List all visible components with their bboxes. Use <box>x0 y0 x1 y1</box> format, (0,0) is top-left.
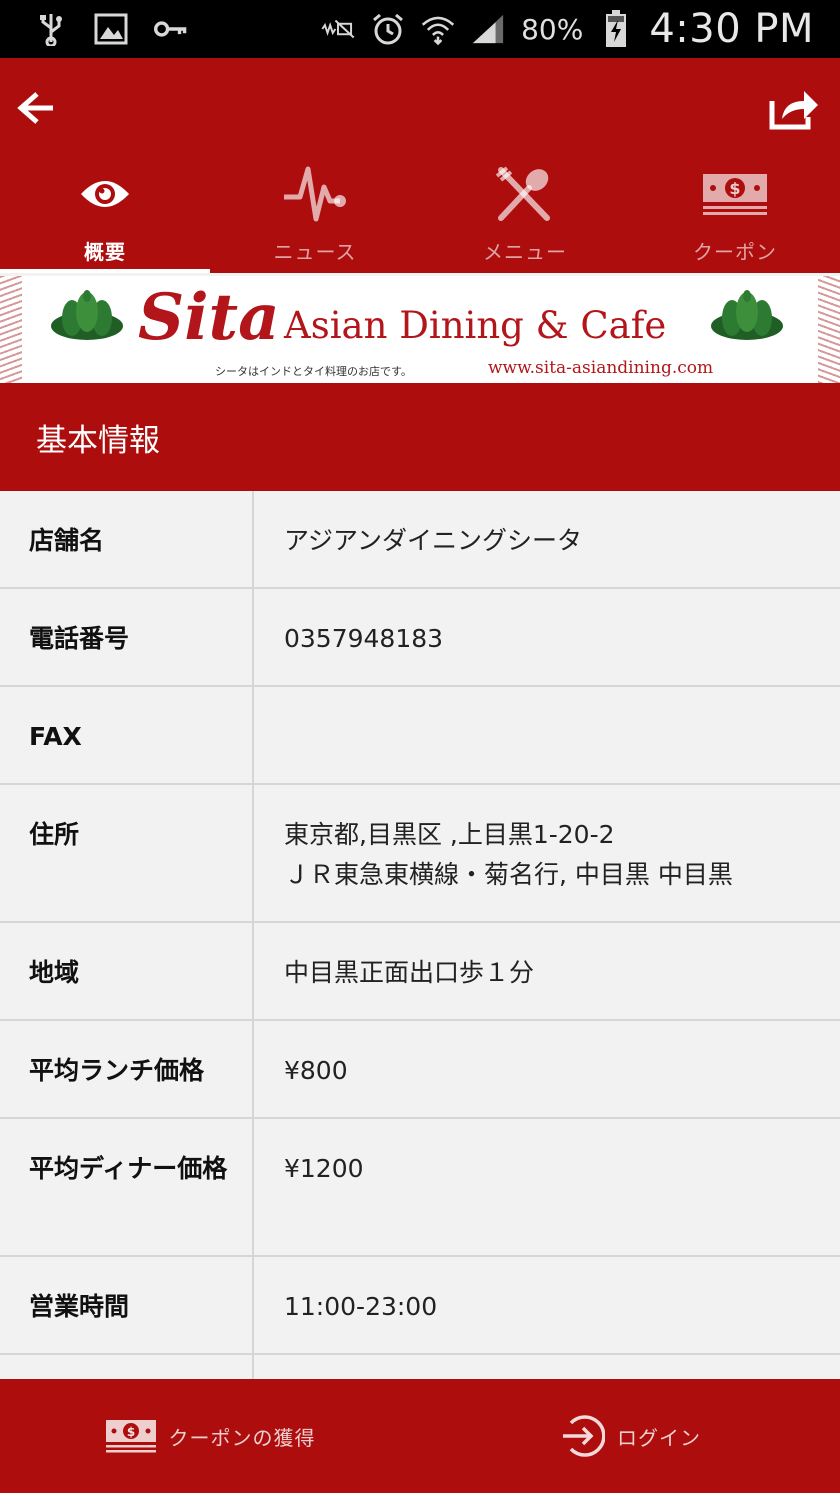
tab-indicator <box>420 269 630 273</box>
info-row-dinner-price: 平均ディナー価格 ¥1200 <box>0 1119 840 1257</box>
status-bar: 80% 4:30 PM <box>0 0 840 58</box>
money-icon: $ <box>105 1420 156 1453</box>
wifi-icon <box>421 12 455 46</box>
tab-overview[interactable]: 概要 <box>0 158 210 273</box>
tab-label: 概要 <box>84 240 126 264</box>
tab-label: クーポン <box>693 240 777 264</box>
row-label: 店舗名 <box>29 526 105 555</box>
tab-label: ニュース <box>273 240 357 264</box>
row-label: FAX <box>29 722 82 751</box>
get-coupon-button[interactable]: $ クーポンの獲得 <box>0 1379 420 1493</box>
tab-indicator <box>630 269 840 273</box>
tab-indicator <box>210 269 420 273</box>
utensils-icon <box>495 166 550 221</box>
get-coupon-label: クーポンの獲得 <box>168 1425 316 1450</box>
banner-url: www.sita-asiandining.com <box>488 358 714 378</box>
info-row-phone: 電話番号 0357948183 <box>0 589 840 687</box>
key-icon <box>154 12 188 46</box>
share-button[interactable] <box>766 84 822 134</box>
image-icon <box>94 12 128 46</box>
lotus-icon <box>711 290 783 340</box>
tab-news[interactable]: ニュース <box>210 158 420 273</box>
section-title: 基本情報 <box>36 423 160 459</box>
money-icon: $ <box>703 174 767 215</box>
mute-icon <box>321 12 355 46</box>
phone-number[interactable]: 0357948183 <box>284 619 824 659</box>
info-row-area: 地域 中目黒正面出口歩１分 <box>0 923 840 1021</box>
tab-coupon[interactable]: $ クーポン <box>630 158 840 273</box>
login-label: ログイン <box>617 1425 701 1450</box>
row-label: 平均ディナー価格 <box>29 1154 228 1183</box>
info-row-hours: 営業時間 11:00-23:00 <box>0 1257 840 1355</box>
row-value-secondary: ＪＲ東急東横線・菊名行, 中目黒 中目黒 <box>284 860 733 889</box>
share-icon <box>769 91 818 130</box>
row-value: 11:00-23:00 <box>284 1292 438 1321</box>
restaurant-banner: Sita Asian Dining & Cafe シータはインドとタイ料理のお店… <box>0 276 840 383</box>
app-header: 概要 ニュース メニュー $ クーポン <box>0 58 840 273</box>
login-button[interactable]: ログイン <box>420 1379 840 1493</box>
usb-icon <box>34 12 68 46</box>
bottom-action-bar: $ クーポンの獲得 ログイン <box>0 1379 840 1493</box>
signal-icon <box>471 12 505 46</box>
back-button[interactable] <box>14 86 58 130</box>
alarm-icon <box>371 12 405 46</box>
section-header: 基本情報 <box>0 383 840 491</box>
battery-percent: 80% <box>521 12 584 46</box>
banner-border-right <box>818 276 840 383</box>
back-arrow-icon <box>17 92 53 124</box>
banner-subtitle: シータはインドとタイ料理のお店です。 <box>215 365 412 378</box>
banner-logo: Sita <box>138 280 280 355</box>
tab-indicator <box>0 269 210 273</box>
row-label: 平均ランチ価格 <box>29 1056 205 1085</box>
svg-text:$: $ <box>729 179 740 198</box>
info-row-lunch-price: 平均ランチ価格 ¥800 <box>0 1021 840 1119</box>
row-label: 営業時間 <box>29 1292 130 1321</box>
login-icon <box>563 1415 605 1457</box>
info-row-store-name: 店舗名 アジアンダイニングシータ <box>0 491 840 589</box>
banner-border-left <box>0 276 22 383</box>
svg-text:$: $ <box>126 1425 134 1439</box>
info-table: 店舗名 アジアンダイニングシータ 電話番号 0357948183 FAX 住所 … <box>0 491 840 1395</box>
tab-menu[interactable]: メニュー <box>420 158 630 273</box>
eye-icon <box>81 181 129 207</box>
row-value: 東京都,目黒区 ,上目黒1-20-2 <box>284 820 615 849</box>
pulse-icon <box>284 166 346 222</box>
row-value: 中目黒正面出口歩１分 <box>284 958 535 987</box>
info-row-address: 住所 東京都,目黒区 ,上目黒1-20-2 ＪＲ東急東横線・菊名行, 中目黒 中… <box>0 785 840 923</box>
tab-bar: 概要 ニュース メニュー $ クーポン <box>0 158 840 273</box>
row-label: 電話番号 <box>29 624 130 653</box>
battery-icon <box>599 10 633 47</box>
row-value: ¥1200 <box>284 1154 364 1183</box>
tab-label: メニュー <box>483 240 567 264</box>
lotus-icon <box>51 290 123 340</box>
row-value: ¥800 <box>284 1056 348 1085</box>
row-label: 地域 <box>29 958 80 987</box>
row-value: アジアンダイニングシータ <box>284 526 583 555</box>
row-label: 住所 <box>29 820 80 849</box>
info-row-fax: FAX <box>0 687 840 785</box>
clock: 4:30 PM <box>649 6 814 52</box>
banner-title: Asian Dining & Cafe <box>284 304 667 347</box>
